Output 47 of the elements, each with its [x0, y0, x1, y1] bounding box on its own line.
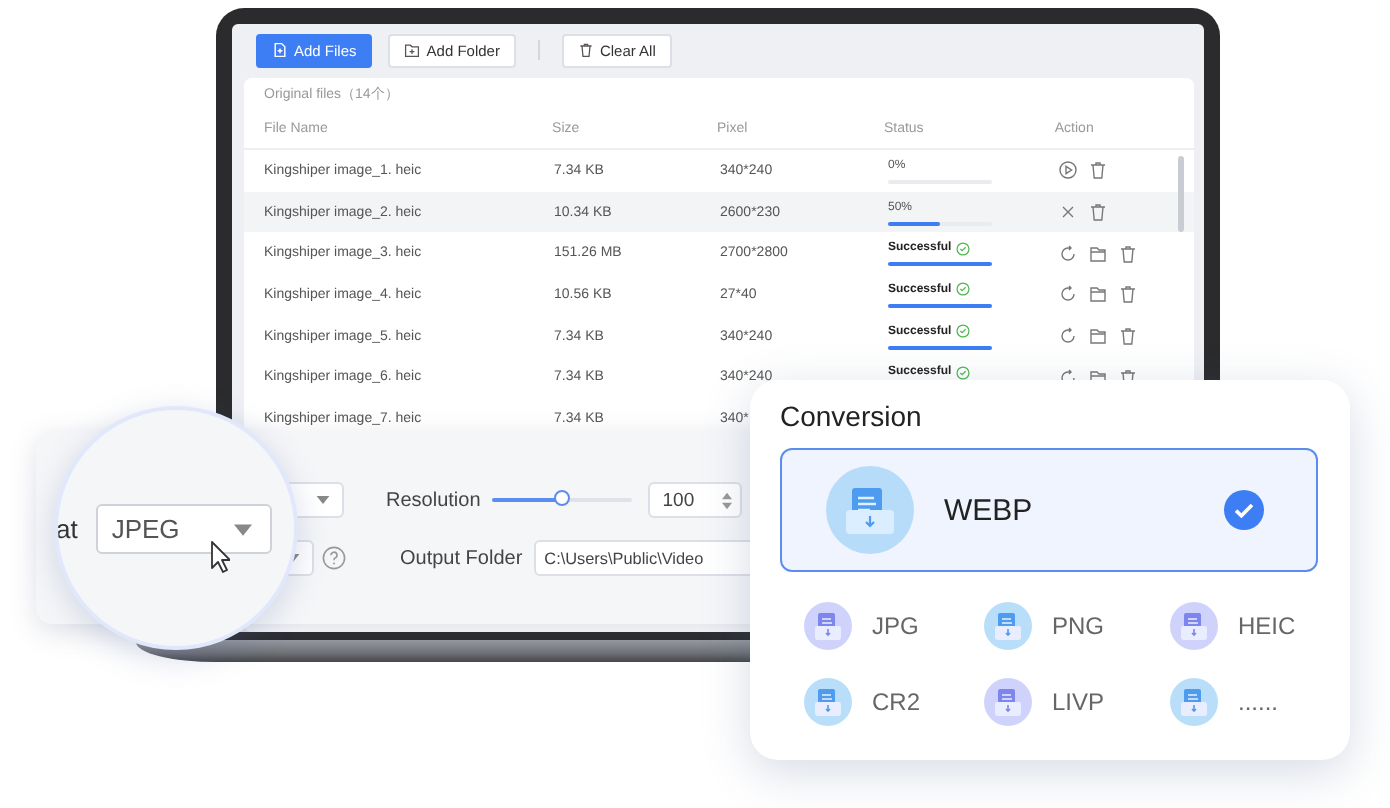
file-format-icon	[984, 602, 1032, 650]
format-option[interactable]: JPG	[804, 602, 984, 650]
play-icon[interactable]	[1058, 160, 1078, 181]
format-option[interactable]: ......	[1170, 678, 1330, 726]
close-icon[interactable]	[1058, 202, 1078, 223]
refresh-icon[interactable]	[1058, 284, 1078, 305]
success-icon	[955, 324, 970, 339]
popup-title: Conversion	[780, 400, 924, 436]
folder-icon[interactable]	[1088, 284, 1108, 305]
file-format-icon	[804, 602, 852, 650]
format-name: WEBP	[944, 493, 1035, 527]
cursor-icon	[210, 540, 230, 574]
spinner-icon[interactable]	[722, 491, 733, 509]
file-format-icon	[826, 466, 914, 554]
refresh-icon[interactable]	[1058, 243, 1078, 264]
delete-icon[interactable]	[1118, 243, 1138, 264]
success-icon	[955, 241, 970, 256]
refresh-icon[interactable]	[1058, 326, 1078, 347]
format-option[interactable]: PNG	[984, 602, 1170, 650]
caret-icon	[316, 496, 330, 504]
add-file-icon	[272, 42, 288, 58]
delete-icon[interactable]	[1118, 326, 1138, 347]
file-format-icon	[1170, 678, 1218, 726]
folder-icon[interactable]	[1088, 243, 1108, 264]
format-option[interactable]: HEIC	[1170, 602, 1330, 650]
format-option[interactable]: CR2	[804, 678, 984, 726]
success-icon	[955, 365, 970, 380]
success-icon	[955, 282, 970, 297]
format-option[interactable]: LIVP	[984, 678, 1170, 726]
format-dropdown[interactable]: JPEG	[95, 504, 272, 554]
trash-icon	[577, 42, 594, 58]
folder-icon[interactable]	[1088, 326, 1108, 347]
add-folder-icon	[404, 42, 421, 58]
delete-icon[interactable]	[1118, 284, 1138, 305]
file-format-icon	[1170, 602, 1218, 650]
resolution-input[interactable]: 100	[648, 482, 743, 518]
help-icon[interactable]	[322, 546, 346, 570]
caret-icon	[233, 523, 252, 535]
check-icon	[1224, 490, 1264, 530]
output-folder-label: Output Folder	[400, 547, 523, 569]
delete-icon[interactable]	[1088, 202, 1108, 223]
file-format-icon	[984, 678, 1032, 726]
slider-thumb[interactable]	[554, 490, 571, 506]
file-format-icon	[804, 678, 852, 726]
delete-icon[interactable]	[1088, 160, 1108, 181]
resolution-label: Resolution	[386, 489, 481, 511]
selected-format-card[interactable]: WEBP	[780, 448, 1318, 572]
